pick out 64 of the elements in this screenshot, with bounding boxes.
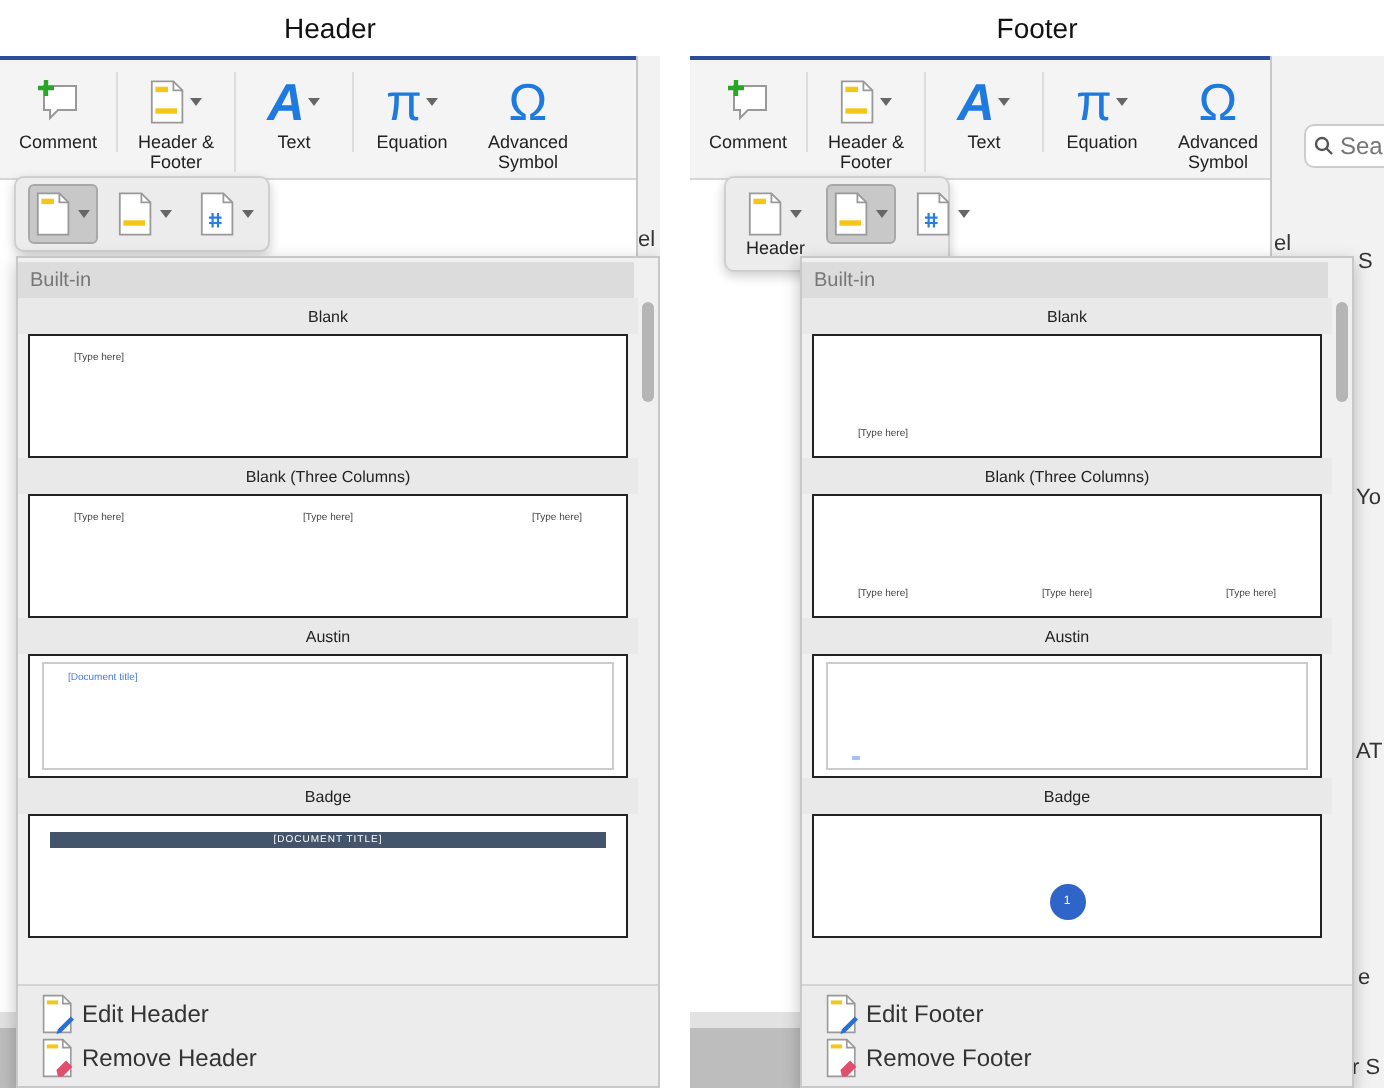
section-header: Built-in [18,262,634,298]
gallery-item-label[interactable]: Austin [802,618,1332,654]
header-page-icon [36,190,72,238]
comment-icon [724,78,772,126]
eraser-icon [826,1038,858,1078]
gallery-item-label[interactable]: Austin [18,618,638,654]
menu-button[interactable] [28,184,98,244]
dropdown-caret-icon [875,210,888,218]
search-field[interactable]: Sea [1304,124,1384,168]
menu-button[interactable]: Header [738,184,814,264]
symbol-glyph: π [1076,74,1112,130]
header-page-icon [748,190,785,238]
dropdown-caret-icon [78,210,90,218]
dropdown-caret-icon [790,210,803,218]
gallery-item-label[interactable]: Blank [18,298,638,334]
page-number-mark [852,756,860,760]
background-text: e [1358,966,1371,990]
ribbon-button[interactable]: Comment [690,72,808,152]
background-text: r S [1352,1056,1381,1080]
dropdown-caret-icon [957,210,970,218]
menu-item[interactable]: Edit Header [42,994,658,1034]
caption: Header [282,10,378,48]
ribbon-button[interactable]: Ω Advanced Symbol [470,72,586,172]
page-number-icon [915,190,952,238]
section-header: Built-in [802,262,1328,298]
gallery-item-label[interactable]: Blank (Three Columns) [18,458,638,494]
ribbon-button[interactable]: A Text [236,72,354,152]
page-icon [840,76,876,128]
symbol-glyph: Ω [1198,74,1238,130]
page-number-icon [200,190,236,238]
ribbon-button[interactable]: Header & Footer [118,72,236,172]
menu-button[interactable] [825,184,896,244]
background-text: AT [1356,740,1383,764]
ribbon-button[interactable]: Comment [0,72,118,152]
eraser-icon [42,1038,74,1078]
menu-item[interactable]: Remove Footer [826,1038,1352,1078]
gallery-item-label[interactable]: Blank (Three Columns) [802,458,1332,494]
background-text: el [638,228,656,252]
menu-item[interactable]: Edit Footer [826,994,1352,1034]
footer-page-icon [833,190,870,238]
background-text: Yo [1356,486,1381,510]
menu-item[interactable]: Remove Header [42,1038,658,1078]
edit-pencil-icon [826,994,858,1034]
ribbon-button[interactable]: π Equation [354,72,470,152]
ribbon-button[interactable]: π Equation [1044,72,1160,152]
comment-icon [34,78,82,126]
edit-pencil-icon [42,994,74,1034]
symbol-glyph: A [267,74,305,130]
dropdown-caret-icon [242,210,254,218]
gallery-item-label[interactable]: Badge [18,778,638,814]
ribbon-button[interactable]: A Text [926,72,1044,152]
symbol-glyph: Ω [508,74,548,130]
caption: Footer [994,10,1080,48]
ribbon-button[interactable]: Header & Footer [808,72,926,172]
page-icon [150,76,186,128]
gallery-item-label[interactable]: Blank [802,298,1332,334]
symbol-glyph: π [386,74,422,130]
background-text: S [1358,250,1373,274]
ribbon-button[interactable]: Ω Advanced Symbol [1160,72,1276,172]
background-text: el [1274,232,1292,256]
dropdown-caret-icon [160,210,172,218]
footer-page-icon [118,190,154,238]
symbol-glyph: A [957,74,995,130]
gallery-item-label[interactable]: Badge [802,778,1332,814]
